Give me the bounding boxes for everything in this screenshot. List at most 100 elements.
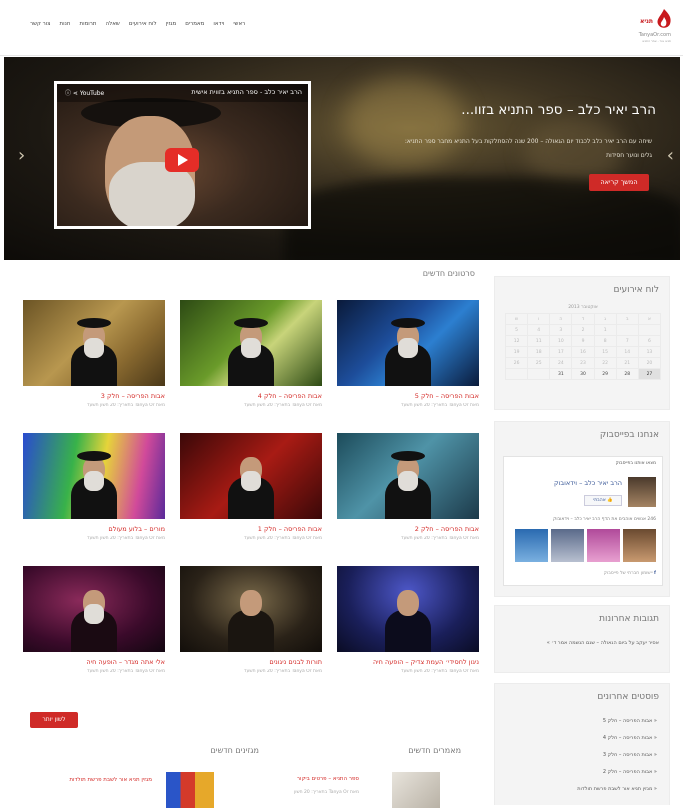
nav-item-question[interactable]: שאלה (106, 21, 120, 27)
facebook-page-name[interactable]: הרב יאיר כלב – וידאובוק (554, 479, 622, 487)
video-thumbnail[interactable] (337, 300, 479, 386)
calendar-day[interactable]: 8 (593, 335, 617, 347)
facebook-like-button[interactable]: 👍 אהבתי (584, 495, 622, 506)
video-card-title[interactable]: אבות הפריסה – חלק 4 (180, 392, 322, 400)
nav-item-video[interactable]: וידאו (213, 21, 224, 27)
facebook-page-avatar[interactable] (628, 477, 656, 507)
nav-item-articles[interactable]: מאמרים (185, 21, 204, 27)
calendar-day[interactable]: 13 (637, 346, 662, 358)
calendar-day[interactable]: 1 (593, 324, 617, 336)
hero-title[interactable]: הרב יאיר כלב – ספר התניא בזוו... (461, 102, 656, 118)
video-thumbnail[interactable] (23, 300, 165, 386)
video-card-title[interactable]: אבות הפריסה – חלק 2 (337, 525, 479, 533)
calendar-day[interactable]: 24 (549, 357, 573, 369)
calendar-day[interactable]: 3 (549, 324, 573, 336)
video-card-title[interactable]: מורים – בלוע מעולם (23, 525, 165, 533)
video-card-title[interactable]: אבות הפריסה – חלק 1 (180, 525, 322, 533)
video-card[interactable]: אלי אתה מגדר – הופעה חיה מאת Tanya Or בת… (23, 566, 165, 674)
post-link[interactable]: אבות הפריסה – חלק 2 (603, 769, 652, 775)
video-thumbnail[interactable] (180, 433, 322, 519)
calendar-day[interactable]: 22 (593, 357, 617, 369)
recent-post-item[interactable]: « אבות הפריסה – חלק 4 (577, 735, 657, 741)
video-card[interactable]: אבות הפריסה – חלק 1 מאת Tanya Or בתאריך:… (180, 433, 322, 541)
video-card[interactable]: מורים – בלוע מעולם מאת Tanya Or בתאריך: … (23, 433, 165, 541)
calendar-day[interactable]: 25 (527, 357, 551, 369)
nav-item-magazine[interactable]: מגזין (166, 21, 177, 27)
video-card[interactable]: ניגון לחסידי׳ העמת צדיק – הופעה חיה מאת … (337, 566, 479, 674)
post-link[interactable]: אבות הפריסה – חלק 4 (603, 735, 652, 741)
video-card[interactable]: אבות הפריסה – חלק 2 מאת Tanya Or בתאריך:… (337, 433, 479, 541)
nav-item-events[interactable]: לוח אירועים (129, 21, 157, 27)
youtube-label[interactable]: ⓘ ⋖ YouTube (65, 88, 104, 97)
video-card[interactable]: תורות לבנים ניגונים מאת Tanya Or בתאריך:… (180, 566, 322, 674)
recent-post-item[interactable]: « מגזין תניא אור לשבת פרשת תולדות (577, 786, 657, 792)
nav-item-donations[interactable]: תרומות (79, 21, 96, 27)
calendar-day[interactable]: 29 (593, 368, 617, 380)
video-card[interactable]: אבות הפריסה – חלק 5 מאת Tanya Or בתאריך:… (337, 300, 479, 408)
video-title[interactable]: הרב יאיר כלב - ספר התניא בזווית אישית (191, 88, 302, 96)
article-title[interactable]: ספר התניא – פרטים ביקור (297, 776, 359, 782)
post-link[interactable]: אבות הפריסה – חלק 3 (603, 752, 652, 758)
video-card-title[interactable]: ניגון לחסידי׳ העמת צדיק – הופעה חיה (337, 658, 479, 666)
nav-item-contact[interactable]: צור קשר (30, 21, 51, 27)
video-card-title[interactable]: תורות לבנים ניגונים (180, 658, 322, 666)
post-link[interactable]: מגזין תניא אור לשבת פרשת תולדות (577, 786, 652, 792)
calendar-day[interactable]: 18 (527, 346, 551, 358)
recent-comment[interactable]: אסיר יעקב על ביום הגאולה – שגם הנשמה אמר… (547, 640, 659, 646)
post-link[interactable]: אבות הפריסה – חלק 5 (603, 718, 652, 724)
calendar-day[interactable]: 12 (504, 335, 529, 347)
play-icon[interactable] (165, 148, 199, 172)
chevron-right-icon[interactable]: › (667, 145, 674, 166)
video-card[interactable]: אבות הפריסה – חלק 3 מאת Tanya Or בתאריך:… (23, 300, 165, 408)
calendar-day[interactable]: 4 (527, 324, 551, 336)
nav-item-shop[interactable]: חנות (60, 21, 71, 27)
calendar-day[interactable]: 15 (593, 346, 617, 358)
calendar-day[interactable]: 26 (504, 357, 529, 369)
calendar-day[interactable]: 20 (637, 357, 662, 369)
recent-post-item[interactable]: « אבות הפריסה – חלק 5 (577, 718, 657, 724)
video-thumbnail[interactable] (180, 566, 322, 652)
chevron-left-icon[interactable]: ‹ (18, 145, 25, 166)
calendar-day[interactable]: 27 (637, 368, 662, 380)
fan-avatar[interactable] (515, 529, 548, 562)
calendar-day[interactable]: 23 (571, 357, 595, 369)
calendar-day[interactable]: 19 (504, 346, 529, 358)
recent-post-item[interactable]: « אבות הפריסה – חלק 3 (577, 752, 657, 758)
site-logo[interactable]: תניא TanyaOr.com תניא אור - אתר התניא (609, 8, 675, 46)
more-videos-button[interactable]: לשון יותר (30, 712, 78, 728)
calendar-day[interactable]: 2 (571, 324, 595, 336)
video-thumbnail[interactable] (23, 433, 165, 519)
nav-item-home[interactable]: ראשי (233, 21, 245, 27)
calendar-day[interactable]: 7 (615, 335, 639, 347)
magazine-title[interactable]: מגזין תניא אור לשבת פרשת תולדות (42, 776, 152, 785)
calendar-day[interactable]: 10 (549, 335, 573, 347)
calendar-day[interactable]: 11 (527, 335, 551, 347)
read-more-button[interactable]: המשך קריאה (589, 174, 649, 191)
article-thumbnail[interactable] (392, 772, 440, 808)
video-card-title[interactable]: אלי אתה מגדר – הופעה חיה (23, 658, 165, 666)
calendar-day[interactable]: 31 (549, 368, 573, 380)
video-card-title[interactable]: אבות הפריסה – חלק 5 (337, 392, 479, 400)
video-card-title[interactable]: אבות הפריסה – חלק 3 (23, 392, 165, 400)
recent-post-item[interactable]: « אבות הפריסה – חלק 2 (577, 769, 657, 775)
video-thumbnail[interactable] (337, 566, 479, 652)
youtube-embed[interactable]: הרב יאיר כלב - ספר התניא בזווית אישית ⓘ … (54, 81, 311, 229)
fan-avatar[interactable] (551, 529, 584, 562)
calendar-day[interactable]: 16 (571, 346, 595, 358)
calendar-day[interactable]: 28 (615, 368, 639, 380)
calendar-day[interactable]: 5 (504, 324, 529, 336)
calendar-day[interactable]: 6 (637, 335, 662, 347)
video-card[interactable]: אבות הפריסה – חלק 4 מאת Tanya Or בתאריך:… (180, 300, 322, 408)
fan-avatar[interactable] (587, 529, 620, 562)
video-thumbnail[interactable] (180, 300, 322, 386)
calendar-day[interactable]: 21 (615, 357, 639, 369)
fan-avatar[interactable] (623, 529, 656, 562)
calendar-day[interactable]: 9 (571, 335, 595, 347)
calendar-day[interactable]: 17 (549, 346, 573, 358)
calendar-day[interactable]: 30 (571, 368, 595, 380)
calendar-day[interactable]: 14 (615, 346, 639, 358)
video-thumbnail[interactable] (23, 566, 165, 652)
video-thumbnail[interactable] (337, 433, 479, 519)
magazine-thumbnail[interactable] (166, 772, 214, 808)
comment-text[interactable]: אסיר יעקב על ביום הגאולה – שגם הנשמה אמר… (551, 640, 659, 646)
